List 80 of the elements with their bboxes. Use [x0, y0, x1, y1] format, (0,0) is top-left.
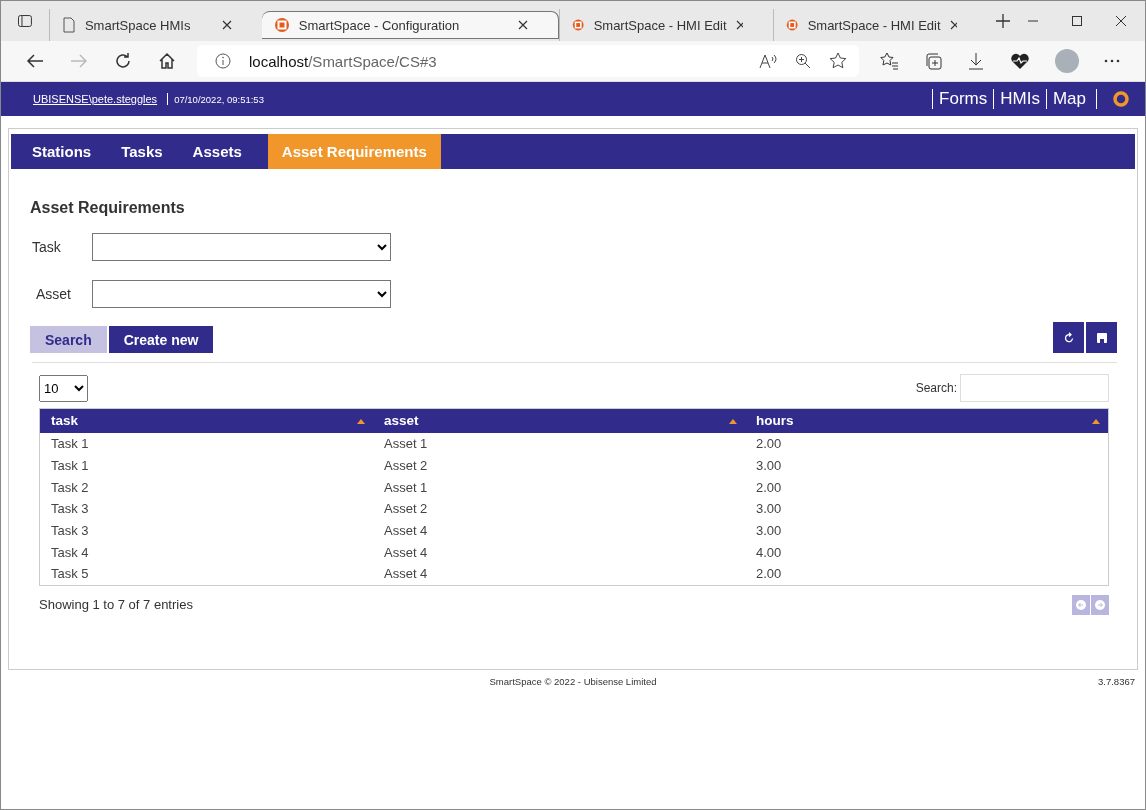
table-cell-text: Asset 1	[383, 478, 429, 497]
table-cell-text: Asset 2	[383, 500, 429, 519]
download-icon[interactable]	[968, 52, 984, 70]
tab-actions-icon[interactable]	[17, 13, 33, 29]
table-cell: Task 4	[39, 541, 373, 564]
dropdown-field[interactable]	[92, 233, 391, 261]
close-icon[interactable]	[1115, 15, 1127, 27]
search-label: Search:	[915, 381, 957, 395]
table-cell: Task 3	[39, 498, 373, 520]
nav-link[interactable]: HMIs	[993, 89, 1046, 109]
sort-icon	[729, 419, 737, 424]
maximize-icon[interactable]	[1071, 15, 1084, 27]
close-icon[interactable]	[735, 20, 744, 30]
table-cell: Task 2	[39, 476, 373, 499]
table-cell: 3.00	[745, 498, 1109, 520]
floppy-icon	[1096, 332, 1107, 343]
info-icon	[215, 53, 231, 69]
copyright-text: SmartSpace © 2022 - Ubisense Limited	[489, 676, 657, 687]
action-button[interactable]: Create new	[108, 326, 214, 353]
favorites-icon[interactable]	[880, 52, 898, 70]
table-cell: 2.00	[745, 433, 1109, 455]
forward-icon	[70, 53, 88, 69]
action-button[interactable]: Search	[30, 326, 107, 353]
tab[interactable]: Tasks	[107, 134, 177, 169]
new-tab-icon[interactable]	[995, 13, 1012, 29]
table-cell: Task 3	[39, 519, 373, 542]
table-cell: 2.00	[745, 563, 1109, 586]
back-icon[interactable]	[26, 53, 44, 69]
section-heading: Asset Requirements	[30, 199, 186, 217]
browser-tab[interactable]: SmartSpace - Configuration	[261, 11, 560, 39]
star-icon[interactable]	[829, 52, 847, 70]
home-icon[interactable]	[158, 52, 176, 70]
save-button[interactable]	[1086, 322, 1117, 353]
table-cell-text: Asset 4	[383, 543, 429, 562]
nav-link[interactable]: Map	[1045, 89, 1097, 109]
sort-icon	[1092, 419, 1100, 424]
heart-icon[interactable]	[1010, 52, 1030, 70]
sort-icon	[357, 419, 365, 424]
close-icon[interactable]	[949, 20, 958, 30]
search-field[interactable]	[960, 374, 1109, 402]
refresh-button[interactable]	[1053, 322, 1084, 353]
column-header[interactable]: asset	[373, 408, 745, 433]
dropdown-field[interactable]	[92, 280, 391, 308]
user-link[interactable]: UBISENSE\pete.steggles	[33, 93, 169, 105]
nav-link[interactable]: Forms	[932, 89, 994, 109]
page-size-dropdown[interactable]: 10	[39, 374, 88, 402]
table-cell: Task 1	[39, 433, 373, 455]
refresh-icon	[1063, 332, 1074, 343]
logo-icon	[572, 17, 585, 33]
address-field[interactable]: localhost/SmartSpace/CS#3	[197, 45, 859, 77]
field-label: Task	[31, 239, 62, 255]
table-cell: Asset 1	[373, 433, 745, 455]
table-cell-text: Asset 2	[383, 457, 429, 476]
version-text: 3.7.8367	[1098, 676, 1135, 687]
column-header[interactable]: task	[39, 408, 373, 433]
close-icon[interactable]	[221, 20, 232, 30]
table-cell: 3.00	[745, 519, 1109, 542]
table-cell-text: Asset 4	[383, 522, 429, 541]
table-cell: 3.00	[745, 454, 1109, 477]
entries-info: Showing 1 to 7 of 7 entries	[39, 597, 193, 613]
table-cell: Asset 4	[373, 563, 745, 586]
logo-icon	[273, 17, 290, 33]
read-aloud-icon[interactable]	[759, 53, 777, 69]
zoom-icon[interactable]	[795, 53, 811, 69]
logo-icon	[786, 17, 799, 33]
table-cell: Task 5	[39, 563, 373, 586]
collections-icon[interactable]	[924, 52, 942, 70]
more-icon[interactable]	[1104, 59, 1120, 63]
page-icon	[61, 17, 76, 33]
table-cell: 4.00	[745, 541, 1109, 564]
tab[interactable]: Stations	[18, 134, 106, 169]
date-time: 07/10/2022, 09:51:53	[173, 93, 264, 105]
table-cell: 2.00	[745, 476, 1109, 499]
lifebuoy-icon[interactable]	[1113, 91, 1129, 107]
close-icon[interactable]	[518, 20, 529, 30]
reload-icon[interactable]	[114, 52, 132, 70]
table-cell: Task 1	[39, 454, 373, 477]
column-header[interactable]: hours	[745, 408, 1109, 433]
tab[interactable]: Assets	[178, 134, 256, 169]
field-label: Asset	[35, 286, 72, 302]
